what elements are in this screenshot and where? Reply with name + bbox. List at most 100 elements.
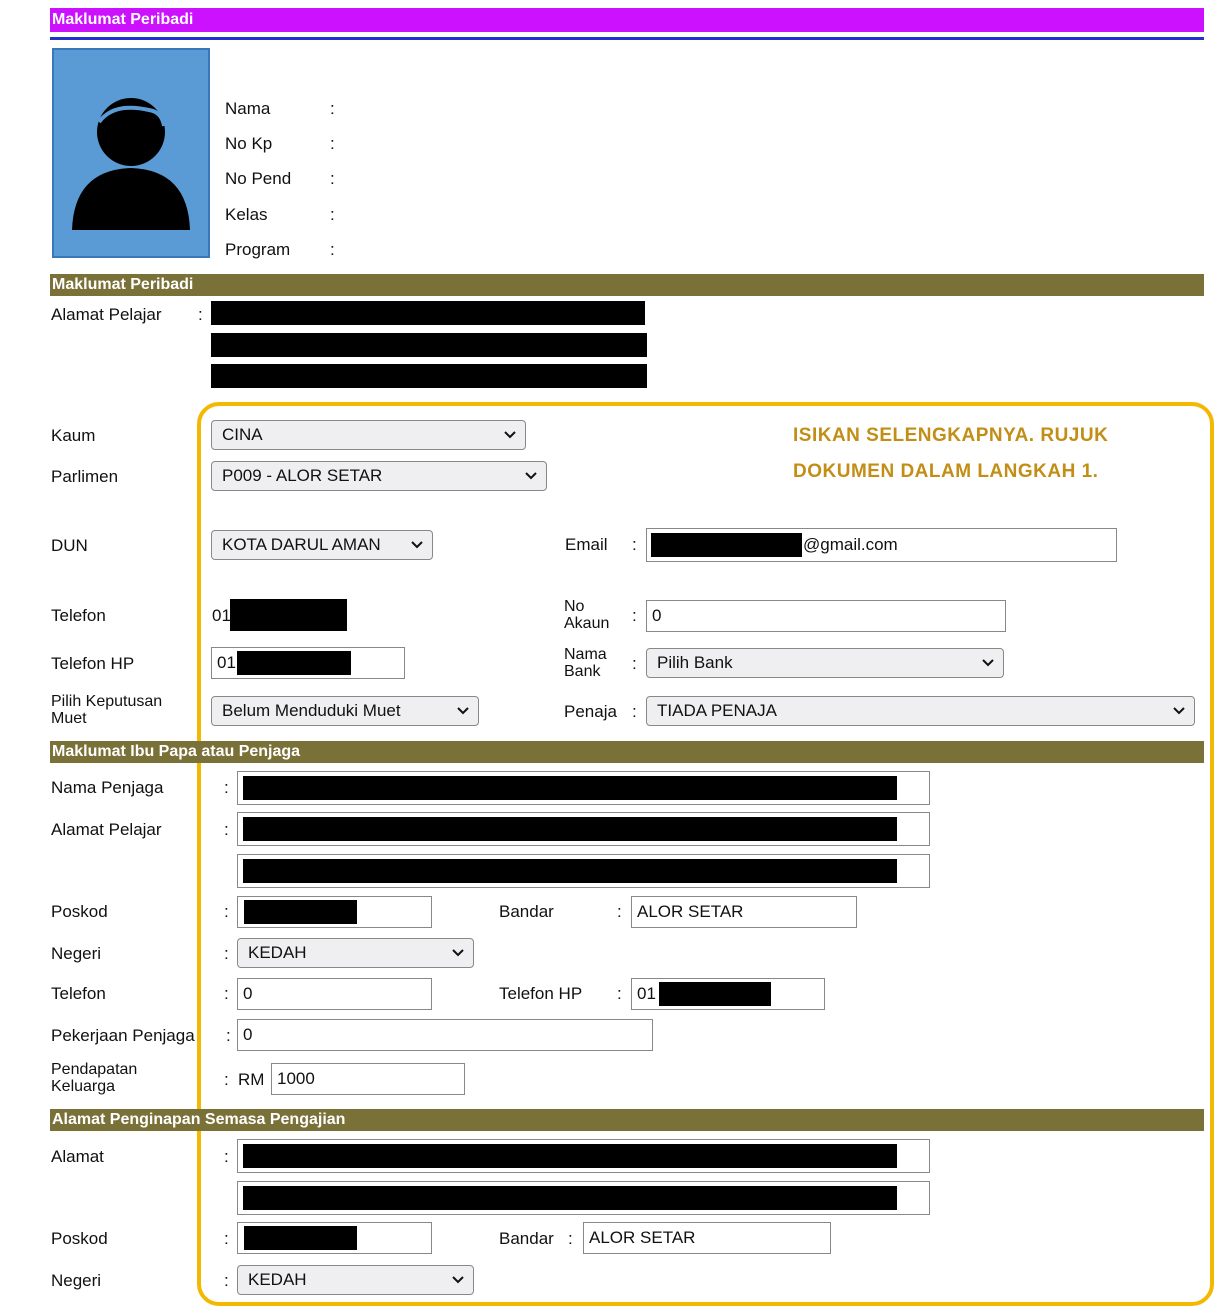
instruction-note-line1: ISIKAN SELENGKAPNYA. RUJUK: [793, 425, 1109, 446]
bandar-penginapan-field[interactable]: ALOR SETAR: [583, 1222, 831, 1254]
colon: :: [224, 778, 229, 797]
kaum-label: Kaum: [51, 426, 96, 445]
redacted-address-line: [211, 301, 645, 325]
colon: :: [224, 1229, 229, 1248]
telefon-penjaga-field[interactable]: 0: [237, 978, 432, 1010]
telefon-penjaga-label: Telefon: [51, 984, 106, 1003]
pendapatan-field[interactable]: 1000: [271, 1063, 465, 1095]
kaum-select[interactable]: CINA: [211, 420, 526, 450]
chevron-down-icon: [504, 431, 516, 439]
nama-bank-select[interactable]: Pilih Bank: [646, 648, 1004, 678]
alamat-penginapan-line2[interactable]: [237, 1181, 930, 1215]
email-field[interactable]: @gmail.com: [646, 528, 1117, 562]
redacted-field: [243, 1186, 897, 1210]
profile-colon: :: [330, 169, 335, 188]
telefon-hp-penjaga-field[interactable]: 01: [631, 978, 825, 1010]
profile-label-nama: Nama: [225, 99, 271, 118]
profile-label-kelas: Kelas: [225, 205, 268, 224]
telefon-value: 01: [212, 606, 231, 625]
muet-label: Pilih Keputusan Muet: [51, 693, 163, 727]
chevron-down-icon: [452, 1276, 464, 1284]
telefon-hp-penjaga-value: 01: [637, 984, 656, 1003]
email-label: Email: [565, 535, 608, 554]
negeri-penginapan-select[interactable]: KEDAH: [237, 1265, 474, 1295]
poskod-penginapan-field[interactable]: [237, 1222, 432, 1254]
chevron-down-icon: [982, 659, 994, 667]
alamat-penjaga-label: Alamat Pelajar: [51, 820, 162, 839]
telefon-hp-value: 01: [217, 653, 236, 672]
colon: :: [224, 1271, 229, 1290]
parlimen-select[interactable]: P009 - ALOR SETAR: [211, 461, 547, 491]
penaja-colon: :: [632, 702, 637, 721]
negeri-label: Negeri: [51, 944, 102, 963]
section-title-penjaga: Maklumat Ibu Papa atau Penjaga: [50, 741, 1204, 763]
alamat-penjaga-line1[interactable]: [237, 812, 930, 846]
profile-colon: :: [330, 99, 335, 118]
penaja-value: TIADA PENAJA: [657, 701, 777, 720]
dun-select[interactable]: KOTA DARUL AMAN: [211, 530, 433, 560]
alamat-penjaga-line2[interactable]: [237, 854, 930, 888]
muet-select[interactable]: Belum Menduduki Muet: [211, 696, 479, 726]
redacted-field: [244, 900, 357, 924]
colon: :: [224, 902, 229, 921]
negeri-select[interactable]: KEDAH: [237, 938, 474, 968]
colon: :: [224, 1147, 229, 1166]
section-title-peribadi: Maklumat Peribadi: [50, 274, 1204, 296]
poskod-label: Poskod: [51, 902, 108, 921]
redacted-field: [244, 1226, 357, 1250]
nama-bank-label: Nama Bank: [564, 646, 607, 680]
colon: :: [224, 984, 229, 1003]
instruction-note-line2: DOKUMEN DALAM LANGKAH 1.: [793, 461, 1099, 482]
nama-bank-value: Pilih Bank: [657, 653, 733, 672]
redacted-field: [243, 1144, 897, 1168]
redacted-field: [659, 982, 771, 1006]
parlimen-value: P009 - ALOR SETAR: [222, 466, 383, 485]
no-akaun-colon: :: [632, 606, 637, 625]
chevron-down-icon: [525, 472, 537, 480]
redacted-address-line: [211, 364, 647, 388]
bandar-field[interactable]: ALOR SETAR: [631, 896, 857, 928]
colon: :: [224, 820, 229, 839]
no-akaun-label: No Akaun: [564, 598, 610, 632]
redacted-telefon-hp: [237, 651, 351, 675]
pendapatan-prefix: RM: [238, 1070, 265, 1089]
profile-label-nokp: No Kp: [225, 134, 273, 153]
poskod-penginapan-label: Poskod: [51, 1229, 108, 1248]
penaja-label: Penaja: [564, 702, 617, 721]
email-colon: :: [632, 535, 637, 554]
profile-label-program: Program: [225, 240, 291, 259]
redacted-address-line: [211, 333, 647, 357]
profile-colon: :: [330, 134, 335, 153]
poskod-field[interactable]: [237, 896, 432, 928]
redacted-email: [651, 533, 802, 557]
chevron-down-icon: [1173, 707, 1185, 715]
colon: :: [617, 984, 622, 1003]
telefon-hp-field[interactable]: 01: [211, 647, 405, 679]
profile-label-nopend: No Pend: [225, 169, 292, 188]
nama-penjaga-label: Nama Penjaga: [51, 778, 164, 797]
negeri-penginapan-label: Negeri: [51, 1271, 102, 1290]
bandar-penginapan-label: Bandar: [499, 1229, 554, 1248]
redacted-field: [243, 817, 897, 841]
alamat-penginapan-line1[interactable]: [237, 1139, 930, 1173]
pekerjaan-field[interactable]: 0: [237, 1019, 653, 1051]
parlimen-label: Parlimen: [51, 467, 119, 486]
telefon-hp-label: Telefon HP: [51, 654, 135, 673]
profile-colon: :: [330, 205, 335, 224]
chevron-down-icon: [452, 949, 464, 957]
chevron-down-icon: [457, 707, 469, 715]
nama-penjaga-field[interactable]: [237, 771, 930, 805]
profile-colon: :: [330, 240, 335, 259]
kaum-value: CINA: [222, 425, 263, 444]
penaja-select[interactable]: TIADA PENAJA: [646, 696, 1195, 726]
section-title-penginapan: Alamat Penginapan Semasa Pengajian: [50, 1109, 1204, 1131]
no-akaun-field[interactable]: 0: [646, 600, 1006, 632]
pekerjaan-label: Pekerjaan Penjaga: [51, 1026, 195, 1045]
negeri-penginapan-value: KEDAH: [248, 1270, 307, 1289]
telefon-hp-penjaga-label: Telefon HP: [499, 984, 583, 1003]
header-title: Maklumat Peribadi: [50, 8, 1204, 32]
dun-label: DUN: [51, 536, 88, 555]
redacted-telefon: [230, 599, 347, 631]
negeri-value: KEDAH: [248, 943, 307, 962]
nama-bank-colon: :: [632, 654, 637, 673]
